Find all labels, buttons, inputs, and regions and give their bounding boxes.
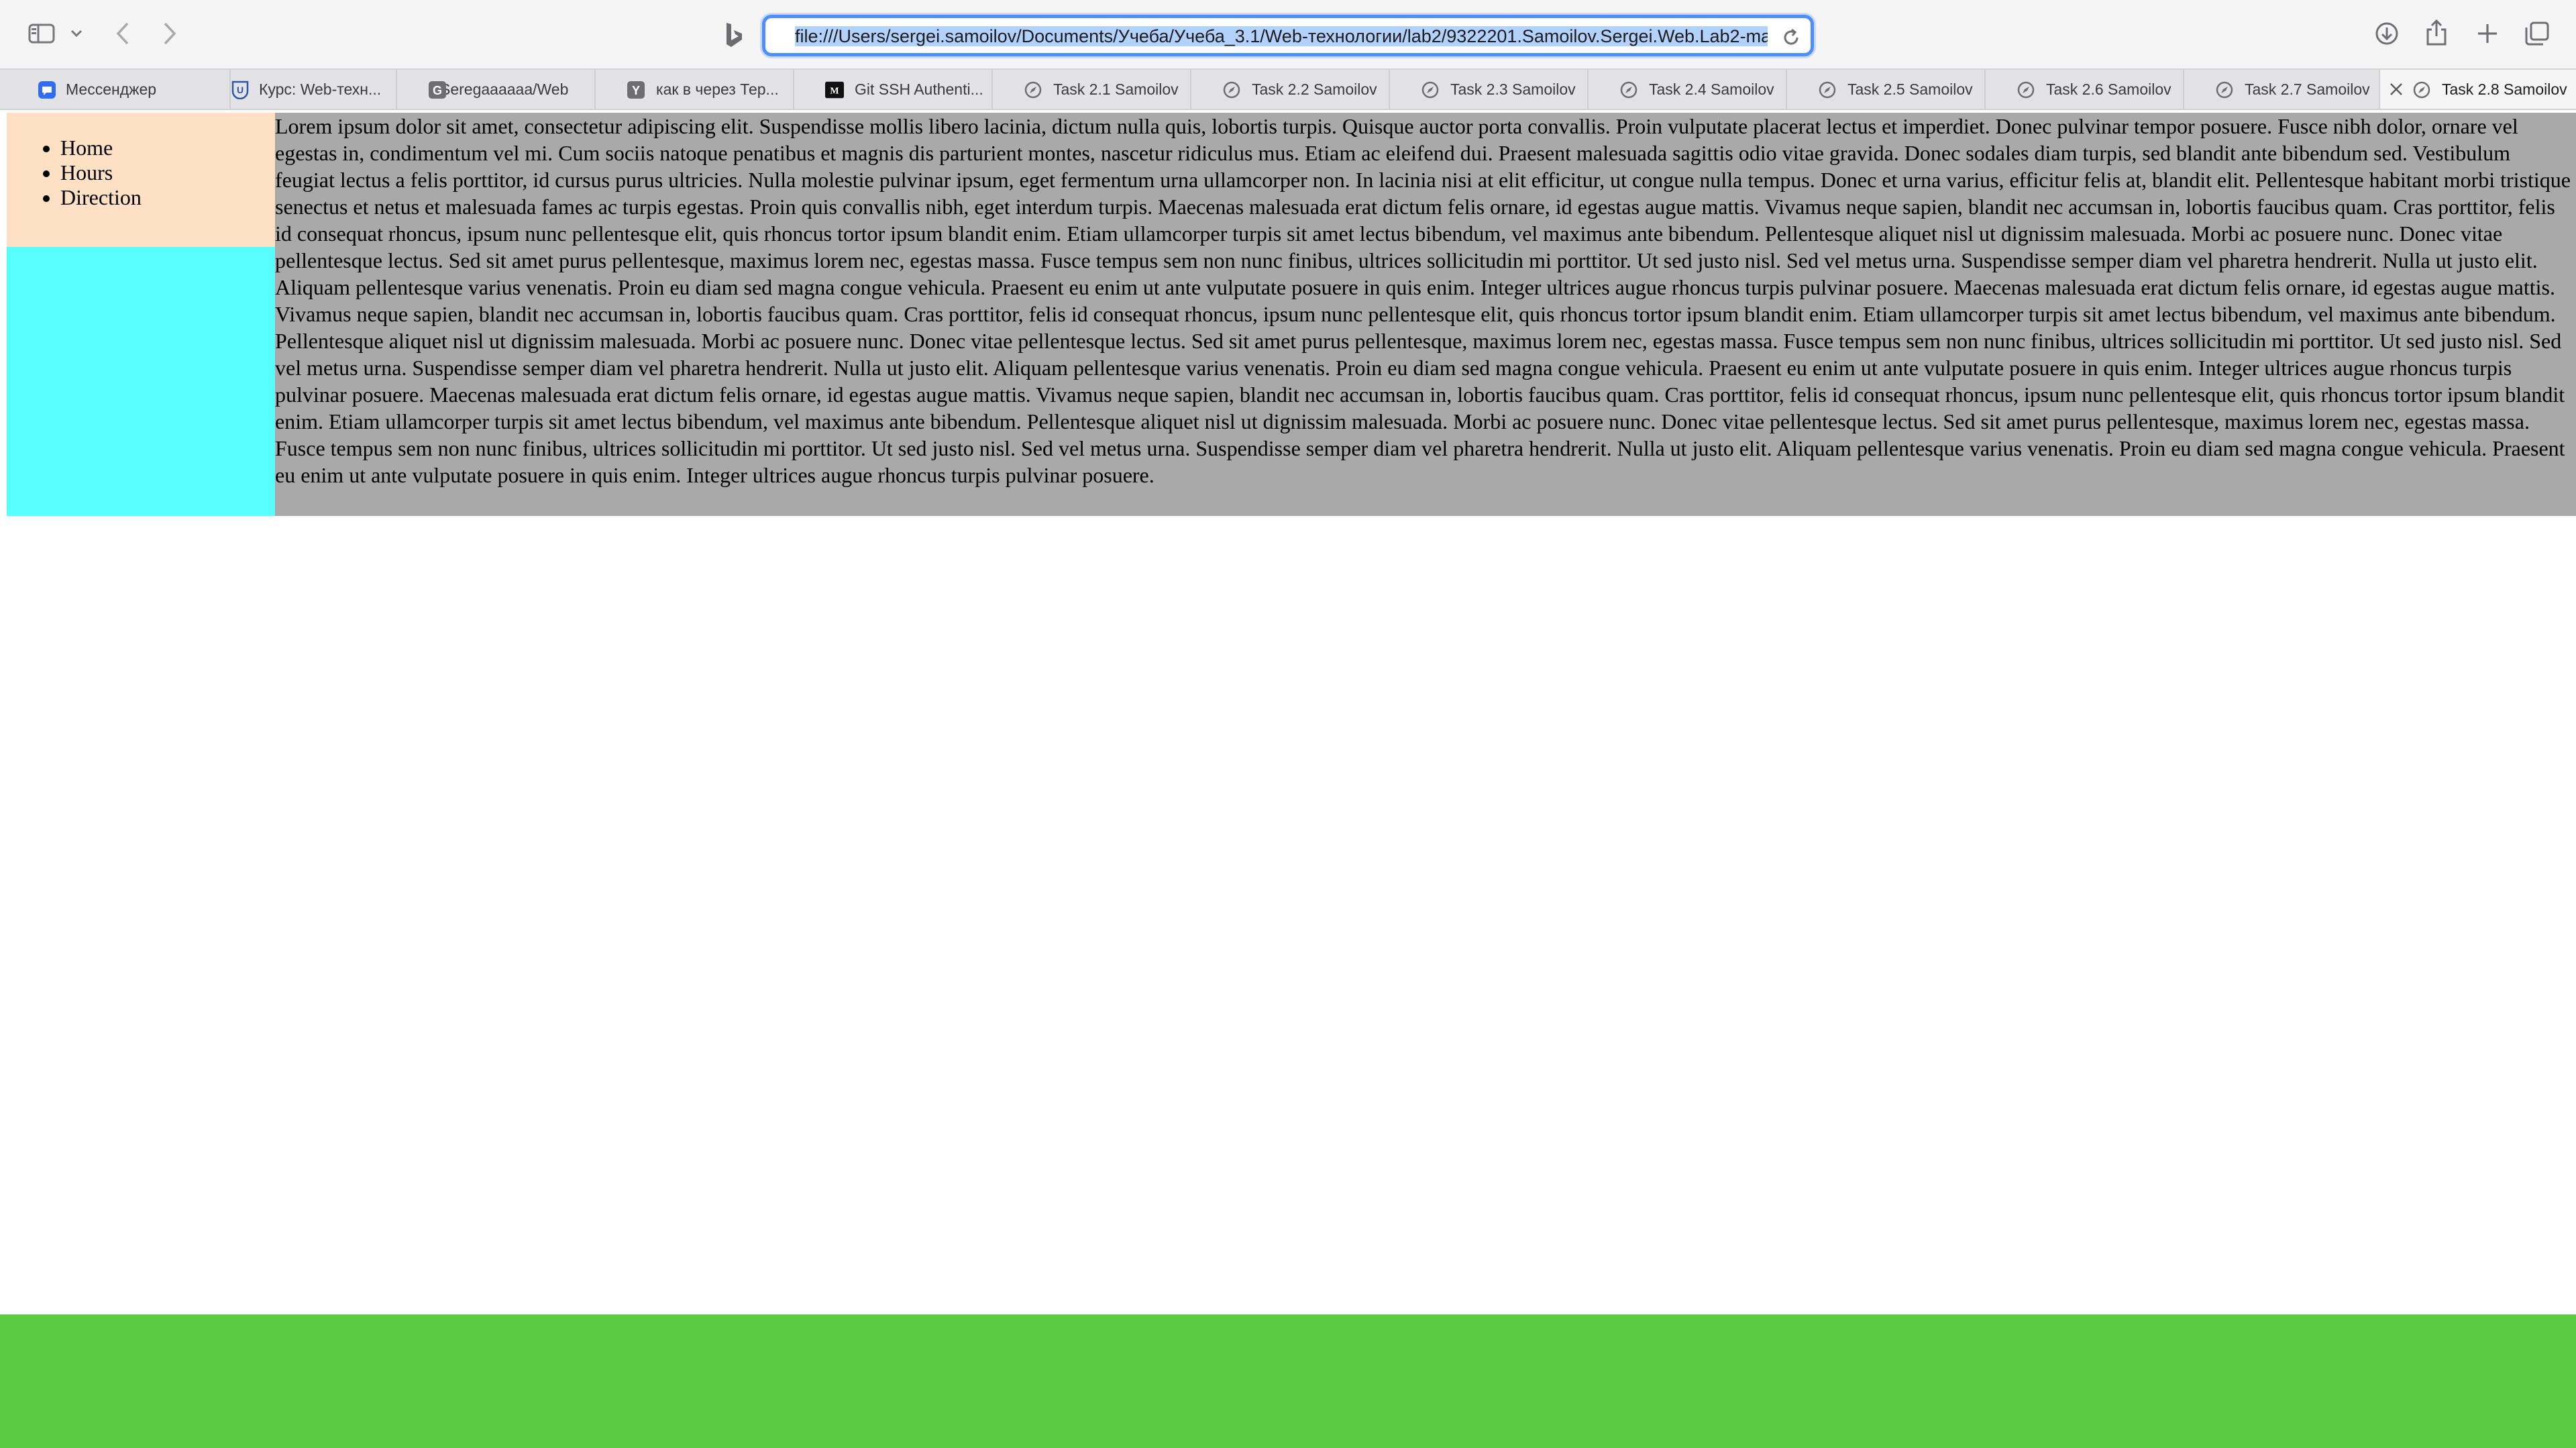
tab-label: Seregaaaaaa/Web [440,80,569,98]
tab-task-2-4[interactable]: Task 2.4 Samoilov [1589,70,1787,109]
tab-label: Task 2.2 Samoilov [1252,80,1377,98]
footer [0,1314,2576,1448]
svg-text:Y: Y [632,84,640,97]
address-bar[interactable]: file:///Users/sergei.samoilov/Documents/… [762,15,1814,56]
tab-label: Task 2.3 Samoilov [1450,80,1576,98]
nav-panel: Home Hours Direction [7,113,275,247]
reload-icon[interactable] [1781,28,1801,51]
address-text[interactable]: file:///Users/sergei.samoilov/Documents/… [795,26,1768,46]
tab-bar: Мессенджер U Курс: Web-техн... G Seregaa… [0,68,2576,110]
tab-task-2-7[interactable]: Task 2.7 Samoilov [2184,70,2380,109]
yandex-icon: Y [627,81,645,99]
compass-icon [1024,81,1042,99]
tab-git-ssh[interactable]: M Git SSH Authenti... [794,70,993,109]
chevron-down-icon[interactable] [68,25,85,42]
tab-label: Git SSH Authenti... [855,80,983,98]
main-paragraph: Lorem ipsum dolor sit amet, consectetur … [275,114,2571,487]
tab-task-2-3[interactable]: Task 2.3 Samoilov [1390,70,1589,109]
tab-task-2-5[interactable]: Task 2.5 Samoilov [1787,70,1986,109]
tab-messenger[interactable]: Мессенджер [30,70,231,109]
tab-label: Курс: Web-техн... [259,80,382,98]
download-icon[interactable] [2373,20,2400,47]
compass-icon [2017,81,2035,99]
tab-label: как в через Тер... [656,80,779,98]
nav-item-hours[interactable]: Hours [60,160,142,185]
tab-task-2-1[interactable]: Task 2.1 Samoilov [993,70,1191,109]
tab-overview-icon[interactable] [2524,20,2551,47]
sidebar-icon[interactable] [27,21,56,46]
tab-task-2-8[interactable]: Task 2.8 Samoilov [2380,70,2576,109]
tab-label: Task 2.5 Samoilov [1847,80,1973,98]
svg-text:M: M [830,86,839,96]
tab-task-2-6[interactable]: Task 2.6 Samoilov [1986,70,2184,109]
svg-text:G: G [433,84,442,97]
tab-label: Task 2.7 Samoilov [2245,80,2370,98]
tab-task-2-2[interactable]: Task 2.2 Samoilov [1191,70,1390,109]
tab-label: Task 2.6 Samoilov [2046,80,2171,98]
share-icon[interactable] [2423,17,2450,48]
page-viewport: Home Hours Direction Lorem ipsum dolor s… [0,111,2576,1448]
tab-label: Task 2.8 Samoilov [2442,80,2567,98]
close-tab-icon[interactable] [2385,79,2407,100]
browser-toolbar: file:///Users/sergei.samoilov/Documents/… [0,0,2576,68]
medium-icon: M [825,81,844,99]
nav-list: Home Hours Direction [7,136,142,210]
course-icon: U [231,81,250,99]
tab-course[interactable]: U Курс: Web-техн... [231,70,397,109]
new-tab-icon[interactable] [2474,20,2501,47]
compass-icon [2215,81,2234,99]
compass-icon [1421,81,1440,99]
tab-github[interactable]: G Seregaaaaaa/Web [397,70,596,109]
bing-icon[interactable] [720,20,747,50]
messenger-icon [38,81,56,99]
tab-label: Мессенджер [66,80,157,98]
g-letter-icon: G [428,81,447,99]
compass-icon [1818,81,1837,99]
nav-item-home[interactable]: Home [60,136,142,160]
svg-text:U: U [237,85,244,95]
nav-item-direction[interactable]: Direction [60,185,142,210]
tab-label: Task 2.1 Samoilov [1053,80,1179,98]
tab-label: Task 2.4 Samoilov [1649,80,1774,98]
compass-icon [2412,81,2431,99]
main-content: Lorem ipsum dolor sit amet, consectetur … [275,113,2576,516]
compass-icon [1222,81,1241,99]
aside-panel [7,247,275,516]
forward-icon[interactable] [158,20,181,47]
tab-yandex[interactable]: Y как в через Тер... [596,70,794,109]
back-icon[interactable] [111,20,134,47]
compass-icon [1619,81,1638,99]
